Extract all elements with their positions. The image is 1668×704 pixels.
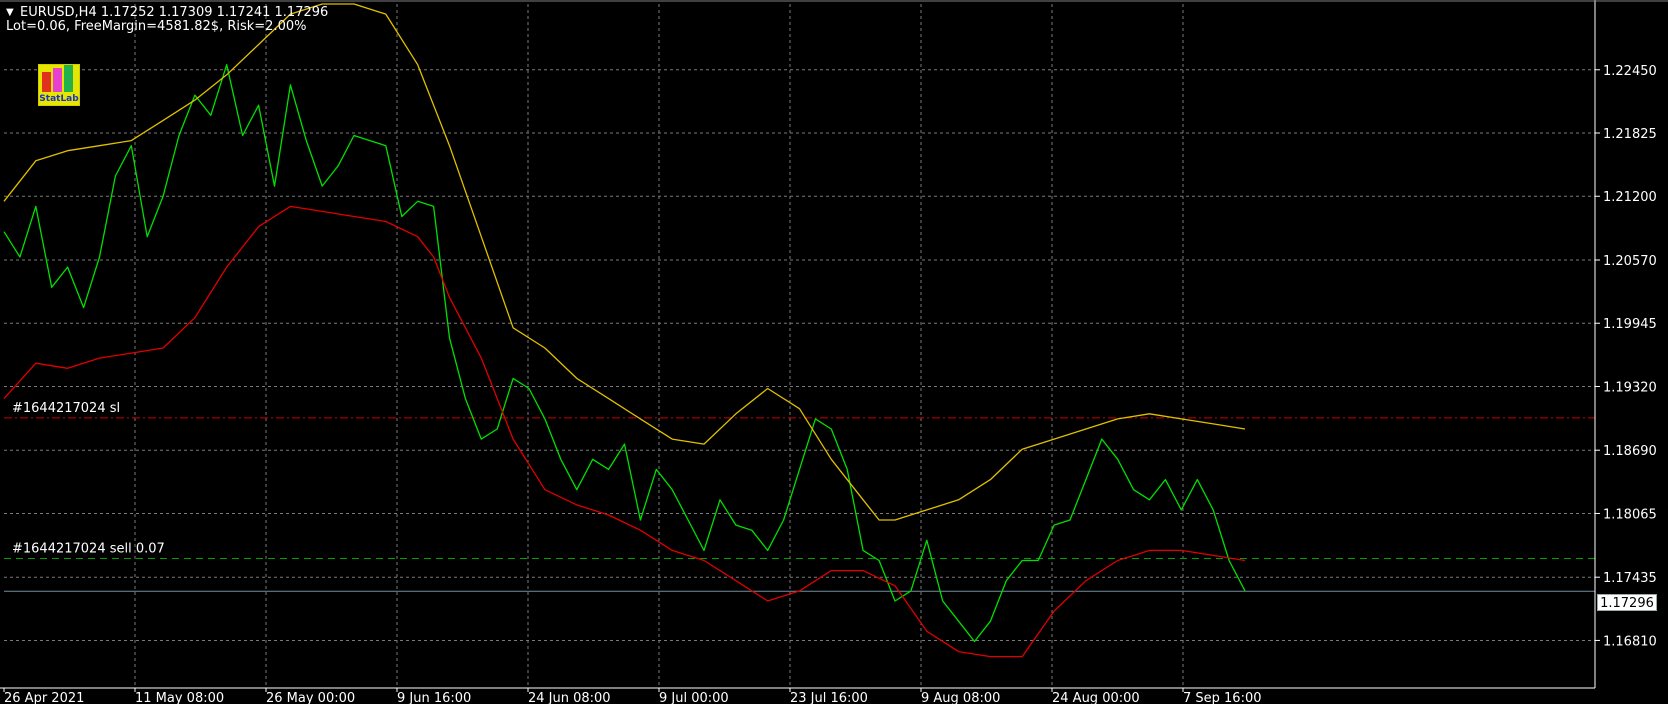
order-level-label: #1644217024 sl (12, 401, 120, 416)
current-price-label: 1.17296 (1597, 594, 1657, 611)
ea-info-line: Lot=0.06, FreeMargin=4581.82$, Risk=2.00… (6, 19, 307, 34)
y-tick-label: 1.21200 (1603, 190, 1657, 205)
x-tick-label: 9 Jun 16:00 (397, 691, 471, 704)
x-tick-label: 11 May 08:00 (135, 691, 224, 704)
symbol-menu-arrow-icon[interactable]: ▼ (6, 6, 14, 20)
statlab-logo-text: StatLab (39, 94, 79, 104)
y-tick-label: 1.21825 (1603, 127, 1657, 142)
series-line-price (3, 64, 1246, 643)
order-level-label: #1644217024 sell 0.07 (12, 541, 165, 556)
series-line-ma_fast (3, 205, 1246, 658)
chart-title: EURUSD,H4 1.17252 1.17309 1.17241 1.1729… (20, 5, 329, 20)
chart-axes (0, 0, 1668, 689)
y-tick-label: 1.20570 (1603, 254, 1657, 269)
y-tick-label: 1.18065 (1603, 507, 1657, 522)
time-axis: 26 Apr 2021 11 May 08:00 26 May 00:00 9 Jun… (3, 688, 1262, 704)
price-axis: 1.22450 1.21825 1.21200 1.20570 1.19945 1.193… (1595, 64, 1657, 649)
y-tick-label: 1.16810 (1603, 634, 1657, 649)
chart-grid (4, 4, 1595, 688)
x-tick-label: 26 May 00:00 (266, 691, 355, 704)
price-chart: #1644217024 sl #1644217024 sell 0.07 1.22… (0, 0, 1668, 704)
x-tick-label: 26 Apr 2021 (4, 691, 84, 704)
y-tick-label: 1.18690 (1603, 444, 1657, 459)
x-tick-label: 24 Jun 08:00 (528, 691, 611, 704)
x-tick-label: 7 Sep 16:00 (1183, 691, 1262, 704)
x-tick-label: 9 Aug 08:00 (921, 691, 1000, 704)
y-tick-label: 1.19320 (1603, 380, 1657, 395)
series-line-ma_slow (3, 3, 1246, 521)
y-tick-label: 1.17435 (1603, 571, 1657, 586)
x-tick-label: 23 Jul 16:00 (790, 691, 868, 704)
order-levels: #1644217024 sl #1644217024 sell 0.07 (4, 401, 1595, 592)
x-tick-label: 9 Jul 00:00 (659, 691, 729, 704)
y-tick-label: 1.19945 (1603, 317, 1657, 332)
statlab-logo: StatLab (38, 64, 80, 106)
x-tick-label: 24 Aug 00:00 (1052, 691, 1140, 704)
y-tick-label: 1.22450 (1603, 64, 1657, 79)
